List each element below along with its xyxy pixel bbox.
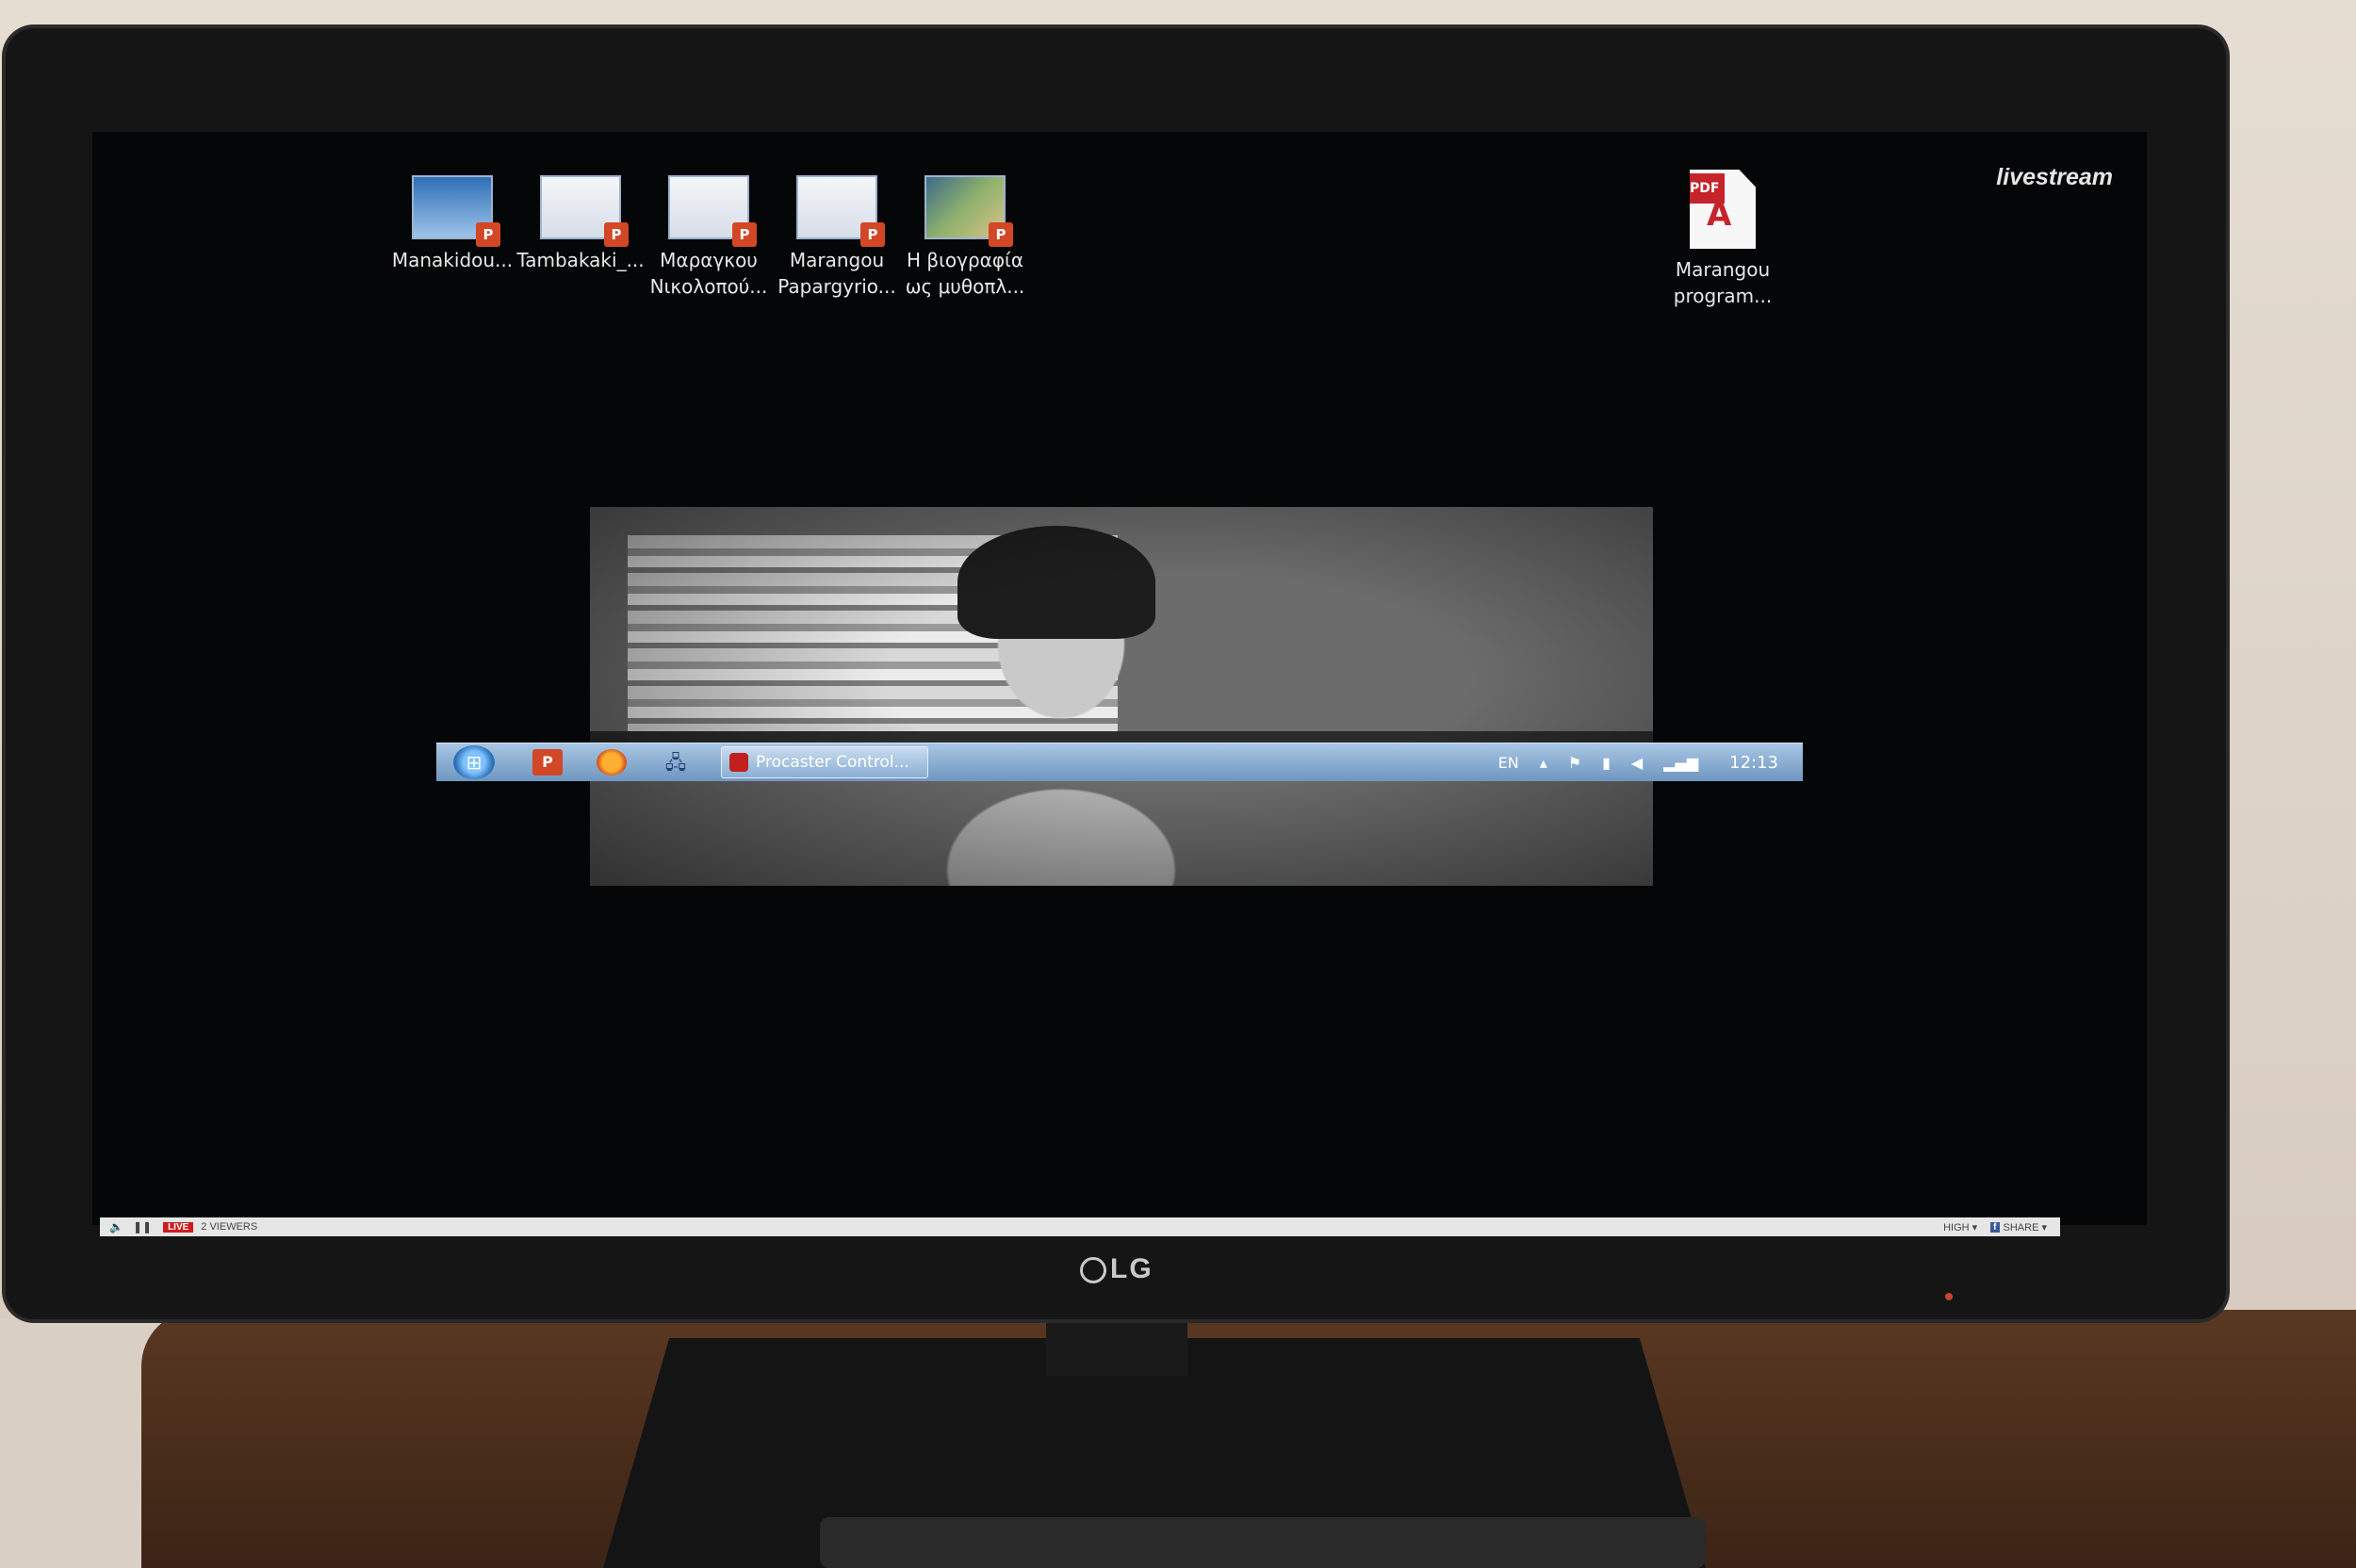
video-player[interactable] [590,507,1653,886]
procaster-icon [729,753,748,772]
desktop-icon-label: Η βιογραφία [906,249,1024,271]
desktop-icon-label-2: program... [1673,285,1773,307]
desktop-icon-manakidou[interactable]: P Manakidou... [386,175,518,273]
taskbar-button-label: Procaster Control... [756,753,909,772]
desktop-icon-label: Manakidou... [391,249,514,271]
desktop-icon-label: Marangou [1675,258,1771,281]
powerpoint-file-icon: P [540,175,629,247]
show-hidden-icons-icon[interactable]: ▴ [1540,754,1547,772]
monitor-stand-neck [1046,1310,1187,1376]
desktop-icon-label: Marangou [789,249,885,271]
live-badge: LIVE [163,1221,194,1233]
desktop-icon-maragkou-nikolopoulou[interactable]: P Μαραγκου Νικολοπού... [643,175,775,300]
powerpoint-icon[interactable]: P [532,749,563,776]
monitor-screen: P Manakidou... P Tambakaki_... P Μαραγκο… [92,132,2147,1225]
power-led-icon [1945,1293,1953,1300]
desktop-icon-marangou-program-pdf[interactable]: PDF A Marangou program... [1657,170,1789,309]
taskbar-button-procaster[interactable]: Procaster Control... [721,746,928,778]
powerpoint-file-icon: P [668,175,757,247]
share-label: SHARE ▾ [2003,1221,2047,1233]
monitor-bezel: P Manakidou... P Tambakaki_... P Μαραγκο… [6,28,2226,1319]
volume-icon[interactable]: 🔈 [109,1220,123,1233]
desktop-icon-label-2: ως μυθοπλ... [905,275,1025,298]
powerpoint-file-icon: P [412,175,500,247]
pdf-file-icon: PDF A [1690,170,1756,249]
desktop-icon-biografia[interactable]: P Η βιογραφία ως μυθοπλ... [899,175,1031,300]
clock[interactable]: 12:13 [1729,753,1778,773]
powerpoint-file-icon: P [924,175,1013,247]
signal-icon[interactable]: ▂▄▆ [1663,754,1698,772]
desktop-icon-label: Μαραγκου [660,249,758,271]
volume-icon[interactable]: ◀ [1631,754,1643,772]
language-indicator[interactable]: EN [1498,754,1519,772]
desktop-icon-tambakaki[interactable]: P Tambakaki_... [515,175,646,273]
powerpoint-file-icon: P [796,175,885,247]
taskbar: ⊞ P 🖧 Procaster Control... EN ▴ ⚑ ▮ ◀ ▂▄… [436,743,1803,781]
firefox-icon[interactable] [597,749,627,776]
power-icon[interactable]: ▮ [1602,754,1611,772]
desktop-icon-marangou-papargyriou[interactable]: P Marangou Papargyrio... [771,175,903,300]
keyboard [820,1517,1706,1568]
network-icon[interactable]: 🖧 [661,749,691,776]
desktop-icon-label: Tambakaki_... [516,249,645,271]
quality-dropdown[interactable]: HIGH ▾ [1943,1221,1977,1233]
windows-start-orb-icon[interactable]: ⊞ [453,745,495,779]
viewer-count: 2 VIEWERS [201,1221,258,1233]
facebook-icon: f [1990,1221,2000,1233]
share-button[interactable]: f SHARE ▾ [1990,1221,2047,1233]
pause-icon[interactable]: ❚❚ [133,1220,152,1233]
desktop-icon-label-2: Νικολοπού... [649,275,768,298]
lg-logo: LG [1080,1253,1153,1285]
action-center-flag-icon[interactable]: ⚑ [1568,754,1581,772]
desktop-icon-label-2: Papargyrio... [777,275,896,298]
livestream-player-bar: 🔈 ❚❚ LIVE 2 VIEWERS HIGH ▾ f SHARE ▾ [100,1217,2060,1236]
lg-logo-icon [1080,1257,1106,1284]
livestream-logo: livestream [1996,164,2113,190]
system-tray: EN ▴ ⚑ ▮ ◀ ▂▄▆ 12:13 [1488,753,1803,773]
